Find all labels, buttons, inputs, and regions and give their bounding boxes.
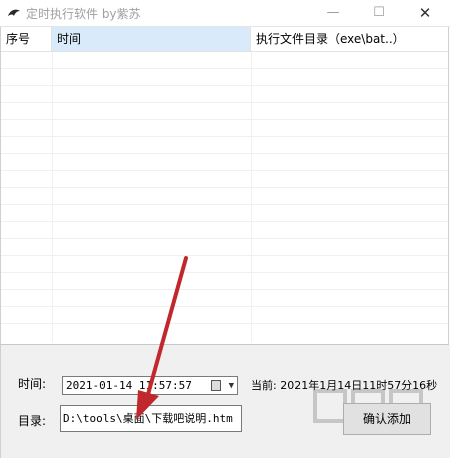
column-header-path[interactable]: 执行文件目录（exe\bat..） <box>251 27 449 51</box>
row-divider <box>1 136 448 137</box>
minimize-button[interactable]: — <box>310 0 356 26</box>
row-divider <box>1 170 448 171</box>
row-divider <box>1 102 448 103</box>
list-header: 序号 时间 执行文件目录（exe\bat..） <box>1 27 448 52</box>
confirm-add-button[interactable]: 确认添加 <box>343 403 431 435</box>
column-divider <box>52 52 53 342</box>
row-divider <box>1 306 448 307</box>
calendar-icon[interactable] <box>211 380 221 391</box>
chevron-down-icon[interactable]: ▼ <box>229 378 234 395</box>
row-divider <box>1 272 448 273</box>
row-divider <box>1 238 448 239</box>
row-divider <box>1 68 448 69</box>
schedule-list[interactable]: 序号 时间 执行文件目录（exe\bat..） <box>0 27 449 345</box>
time-label: 时间: <box>18 377 47 391</box>
datetime-picker[interactable]: 2021-01-14 11:57:57 ▼ <box>62 376 238 395</box>
column-header-index[interactable]: 序号 <box>1 27 52 51</box>
row-divider <box>1 255 448 256</box>
row-divider <box>1 204 448 205</box>
column-divider <box>251 52 252 342</box>
maximize-button[interactable]: ☐ <box>356 0 402 26</box>
dolphin-icon <box>8 9 20 16</box>
row-divider <box>1 323 448 324</box>
row-divider <box>1 85 448 86</box>
datetime-value: 2021-01-14 11:57:57 <box>66 379 192 392</box>
row-divider <box>1 153 448 154</box>
directory-input[interactable]: D:\tools\桌面\下载吧说明.htm <box>60 405 242 432</box>
title-bar: 定时执行软件 by紫苏 — ☐ ✕ <box>0 0 450 27</box>
row-divider <box>1 187 448 188</box>
row-divider <box>1 221 448 222</box>
window-title: 定时执行软件 by紫苏 <box>26 7 141 21</box>
row-divider <box>1 119 448 120</box>
close-button[interactable]: ✕ <box>402 0 448 26</box>
row-divider <box>1 289 448 290</box>
column-header-time[interactable]: 时间 <box>52 27 251 51</box>
directory-label: 目录: <box>18 414 47 428</box>
input-panel: 时间: 2021-01-14 11:57:57 ▼ 当前: 2021年1月14日… <box>0 345 450 458</box>
